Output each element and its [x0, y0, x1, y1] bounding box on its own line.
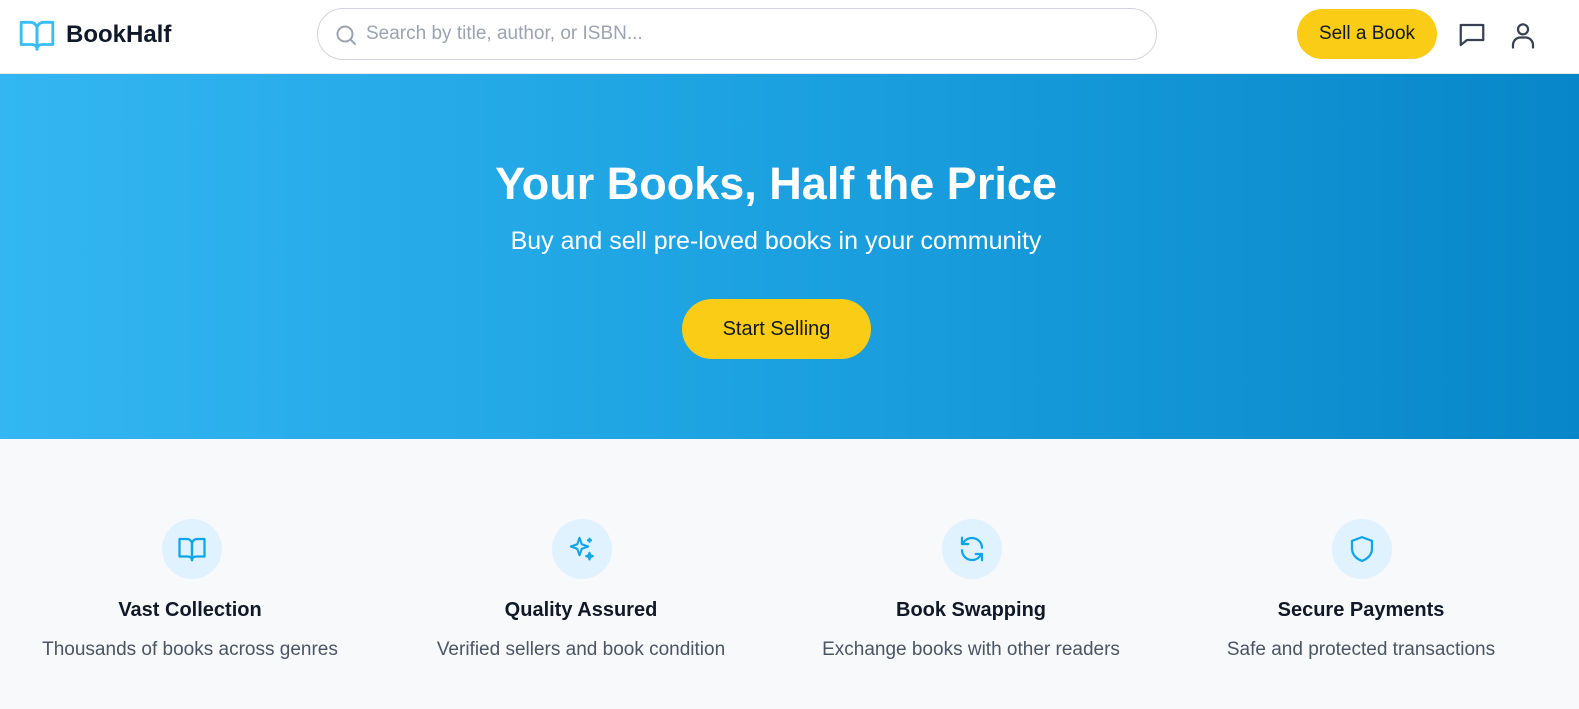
- refresh-icon: [960, 536, 984, 562]
- search-input[interactable]: [366, 9, 1136, 59]
- feature-title: Secure Payments: [1277, 599, 1445, 621]
- user-icon[interactable]: [1508, 20, 1538, 50]
- feature-title: Book Swapping: [896, 599, 1046, 621]
- brand-name: BookHalf: [66, 21, 172, 48]
- message-square-icon[interactable]: [1457, 20, 1487, 50]
- feature-card: Book Swapping Exchange books with other …: [776, 439, 1166, 709]
- feature-description: Verified sellers and book condition: [436, 639, 726, 660]
- search-bar[interactable]: [317, 8, 1157, 60]
- features-section: Vast Collection Thousands of books acros…: [0, 439, 1579, 709]
- feature-title: Vast Collection: [118, 599, 262, 621]
- open-book-icon: [19, 20, 55, 51]
- brand-logo[interactable]: BookHalf: [18, 16, 171, 54]
- feature-icon-badge: [942, 519, 1002, 579]
- feature-card: Quality Assured Verified sellers and boo…: [386, 439, 776, 709]
- feature-card: Vast Collection Thousands of books acros…: [0, 439, 385, 709]
- top-navigation-bar: BookHalf Sell a Book: [0, 0, 1579, 74]
- sell-a-book-button[interactable]: Sell a Book: [1297, 9, 1437, 59]
- feature-icon-badge: [552, 519, 612, 579]
- feature-card: Secure Payments Safe and protected trans…: [1166, 439, 1556, 709]
- sparkles-icon: [569, 536, 594, 561]
- book-open-icon: [178, 537, 206, 562]
- feature-title: Quality Assured: [504, 599, 658, 621]
- feature-description: Thousands of books across genres: [42, 639, 338, 660]
- feature-icon-badge: [1332, 519, 1392, 579]
- feature-icon-badge: [162, 519, 222, 579]
- feature-description: Exchange books with other readers: [822, 639, 1120, 660]
- shield-icon: [1350, 536, 1374, 562]
- search-icon: [336, 25, 356, 45]
- hero-title: Your Books, Half the Price: [495, 158, 1057, 209]
- start-selling-button[interactable]: Start Selling: [682, 299, 871, 359]
- feature-description: Safe and protected transactions: [1226, 639, 1496, 660]
- hero-banner: Your Books, Half the Price Buy and sell …: [0, 74, 1579, 439]
- hero-subtitle: Buy and sell pre-loved books in your com…: [510, 227, 1042, 255]
